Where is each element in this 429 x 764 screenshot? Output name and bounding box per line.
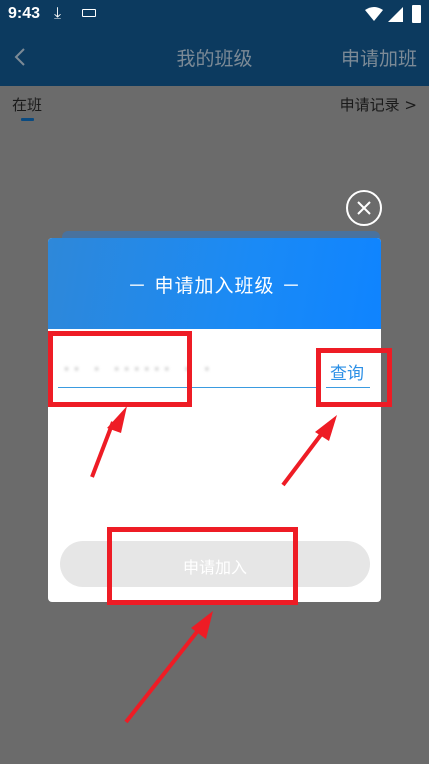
arrow-to-submit (124, 611, 213, 724)
status-time: 9:43 (8, 5, 41, 22)
apply-records-link[interactable]: 申请记录 > (340, 94, 417, 115)
dialog-header: － 申请加入班级 － (48, 238, 381, 329)
annotation-box-input (48, 331, 192, 407)
tab-in-class[interactable]: 在班 (12, 94, 42, 115)
annotation-box-submit (107, 527, 298, 605)
apply-join-link[interactable]: 申请加班 (341, 44, 417, 71)
close-icon (357, 201, 371, 215)
annotation-box-query (316, 348, 392, 407)
download-icon: ⤓ (54, 3, 62, 22)
tab-active-indicator (21, 118, 34, 121)
title-bar: 我的班级 申请加班 (0, 30, 429, 86)
wifi-icon (365, 7, 383, 21)
signal-icon (388, 7, 403, 22)
close-button[interactable] (346, 190, 382, 226)
dialog-title: － 申请加入班级 － (127, 275, 302, 297)
status-bar: 9:43 ⤓ (0, 0, 429, 30)
tab-bar: 在班 申请记录 > (0, 86, 429, 126)
keyboard-icon (82, 9, 96, 17)
battery-icon (412, 5, 421, 23)
